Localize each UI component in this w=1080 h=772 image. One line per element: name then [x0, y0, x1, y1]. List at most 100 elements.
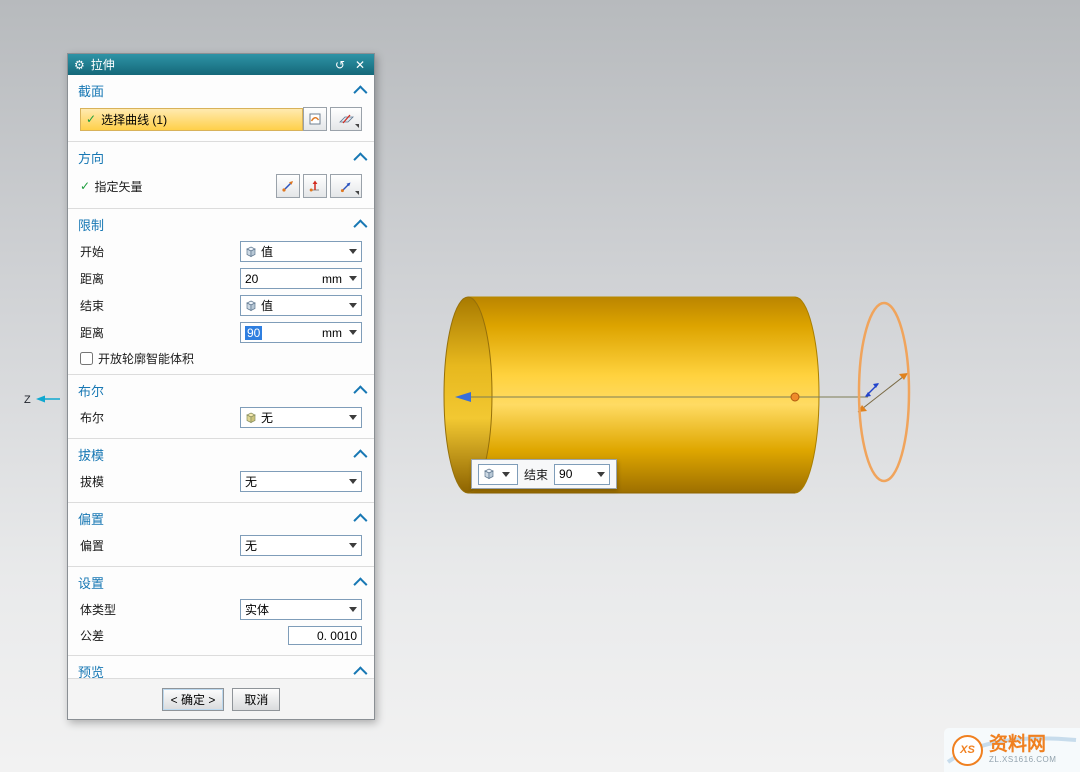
z-axis-label: Z: [24, 394, 31, 406]
body-type-dropdown[interactable]: 实体: [240, 599, 362, 620]
group-section-header[interactable]: 截面: [68, 76, 374, 104]
extrude-dialog: ⚙ 拉伸 ↺ ✕ 截面 ✓ 选择曲线 (1): [67, 53, 375, 720]
end-option-value: 值: [261, 297, 273, 314]
dropdown-arrow-icon: [499, 465, 512, 484]
cancel-button[interactable]: 取消: [232, 688, 280, 711]
group-direction: 方向 ✓ 指定矢量: [68, 141, 374, 208]
dropdown-arrow-icon: [346, 600, 359, 619]
sketch-icon: [339, 112, 354, 126]
vector-flip-icon: [339, 179, 354, 193]
collapse-chevron-icon[interactable]: [353, 219, 367, 233]
select-curve-field[interactable]: ✓ 选择曲线 (1): [80, 108, 303, 131]
dropdown-arrow-icon: [346, 296, 359, 315]
gear-icon: ⚙: [74, 58, 85, 72]
boolean-row-label: 布尔: [80, 409, 104, 426]
vector-dialog-button[interactable]: [276, 174, 300, 198]
z-axis-arrow: [36, 396, 45, 403]
close-icon[interactable]: ✕: [352, 58, 368, 72]
collapse-chevron-icon[interactable]: [353, 449, 367, 463]
end-option-dropdown[interactable]: 值: [240, 295, 362, 316]
group-settings: 设置 体类型 实体 公差: [68, 566, 374, 655]
end-distance-label: 距离: [80, 324, 104, 341]
start-option-dropdown[interactable]: 值: [240, 241, 362, 262]
specify-vector-label: 指定矢量: [95, 178, 143, 195]
collapse-chevron-icon[interactable]: [353, 385, 367, 399]
end-distance-unit: mm: [322, 326, 342, 340]
end-label: 结束: [80, 297, 104, 314]
group-limits-label: 限制: [78, 215, 104, 234]
group-limits: 限制 开始 值: [68, 208, 374, 374]
group-draft: 拔模 拔模 无: [68, 438, 374, 502]
dropdown-corner-icon: [355, 191, 359, 195]
ok-button[interactable]: < 确定 >: [162, 688, 225, 711]
watermark-logo-text: XS: [960, 744, 975, 756]
end-distance-dropdown[interactable]: 90 mm: [240, 322, 362, 343]
boolean-dropdown[interactable]: 无: [240, 407, 362, 428]
watermark-logo: XS: [952, 735, 983, 766]
dropdown-arrow-icon: [346, 408, 359, 427]
draft-dropdown[interactable]: 无: [240, 471, 362, 492]
group-boolean-header[interactable]: 布尔: [68, 376, 374, 404]
group-limits-header[interactable]: 限制: [68, 210, 374, 238]
group-direction-header[interactable]: 方向: [68, 143, 374, 171]
group-preview: 预览 预览 显示结果: [68, 655, 374, 678]
collapse-chevron-icon[interactable]: [353, 513, 367, 527]
extent-diagonal-line: [858, 373, 908, 412]
group-section-label: 截面: [78, 81, 104, 100]
group-section: 截面 ✓ 选择曲线 (1): [68, 75, 374, 141]
watermark-site-url: ZL.XS1616.COM: [989, 756, 1056, 765]
group-offset: 偏置 偏置 无: [68, 502, 374, 566]
collapse-chevron-icon[interactable]: [353, 85, 367, 99]
watermark-site-name: 资料网: [989, 735, 1056, 756]
start-distance-dropdown[interactable]: 20 mm: [240, 268, 362, 289]
axis-vector-icon: [308, 179, 322, 193]
reset-icon[interactable]: ↺: [332, 58, 348, 72]
group-settings-header[interactable]: 设置: [68, 568, 374, 596]
dropdown-arrow-icon: [346, 472, 359, 491]
boolean-value: 无: [261, 409, 273, 426]
onscreen-input-toolbar: 结束 90: [471, 459, 617, 489]
cube-icon: [245, 300, 257, 312]
collapse-chevron-icon[interactable]: [353, 666, 367, 678]
collapse-chevron-icon[interactable]: [353, 577, 367, 591]
tolerance-input[interactable]: [288, 626, 362, 645]
z-axis-indicator: Z: [24, 394, 60, 406]
group-preview-header[interactable]: 预览: [68, 657, 374, 678]
start-label: 开始: [80, 243, 104, 260]
dialog-titlebar[interactable]: ⚙ 拉伸 ↺ ✕: [68, 54, 374, 75]
vector-options-button[interactable]: [330, 174, 362, 198]
dropdown-arrow-icon: [346, 323, 359, 342]
offset-row-label: 偏置: [80, 537, 104, 554]
sketch-section-button[interactable]: [330, 107, 362, 131]
open-profile-label: 开放轮廓智能体积: [98, 350, 194, 367]
offset-dropdown[interactable]: 无: [240, 535, 362, 556]
flip-direction-glyph[interactable]: [865, 383, 879, 397]
check-icon: ✓: [80, 179, 90, 193]
inferred-vector-button[interactable]: [303, 174, 327, 198]
tolerance-label: 公差: [80, 627, 104, 644]
cube-icon: [483, 468, 495, 480]
draft-value: 无: [245, 473, 257, 490]
group-draft-header[interactable]: 拔模: [68, 440, 374, 468]
group-offset-header[interactable]: 偏置: [68, 504, 374, 532]
curve-rule-button[interactable]: [303, 107, 327, 131]
curve-list-icon: [308, 112, 322, 126]
cube-icon: [245, 246, 257, 258]
start-distance-unit: mm: [322, 272, 342, 286]
group-direction-label: 方向: [78, 148, 104, 167]
dropdown-corner-icon: [355, 124, 359, 128]
group-offset-label: 偏置: [78, 509, 104, 528]
body-type-label: 体类型: [80, 601, 116, 618]
collapse-chevron-icon[interactable]: [353, 152, 367, 166]
end-distance-value: 90: [559, 467, 572, 481]
check-icon: ✓: [86, 112, 96, 126]
dialog-button-row: < 确定 > 取消: [68, 678, 374, 719]
watermark: XS 资料网 ZL.XS1616.COM: [944, 728, 1080, 772]
end-label: 结束: [524, 466, 548, 483]
distance-drag-handle[interactable]: [791, 393, 799, 401]
group-settings-label: 设置: [78, 573, 104, 592]
open-profile-checkbox[interactable]: [80, 352, 93, 365]
end-distance-dropdown[interactable]: 90: [554, 464, 610, 485]
boolean-none-icon: [245, 412, 257, 424]
end-option-dropdown[interactable]: [478, 464, 518, 485]
